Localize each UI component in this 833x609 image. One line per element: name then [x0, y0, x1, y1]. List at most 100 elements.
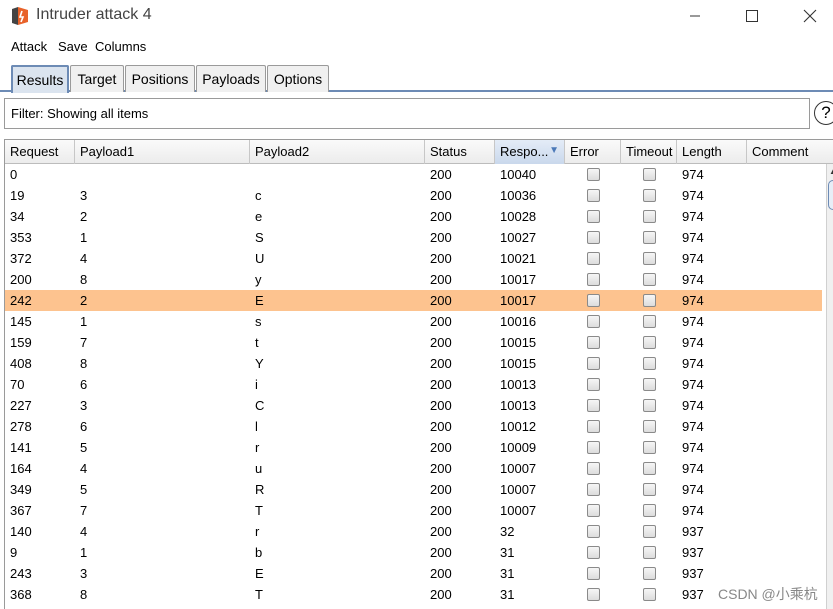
timeout-checkbox — [643, 336, 656, 349]
col-error[interactable]: Error — [565, 140, 621, 164]
cell-request: 200 — [10, 272, 32, 287]
cell-resp: 10007 — [500, 503, 537, 518]
minimize-icon — [690, 15, 700, 17]
cell-length: 974 — [682, 230, 704, 245]
title-bar: Intruder attack 4 — [0, 0, 833, 32]
tab-positions[interactable]: Positions — [125, 65, 195, 92]
table-row[interactable]: 353 1 S 200 10027 974 — [5, 227, 822, 248]
tab-results[interactable]: Results — [11, 65, 69, 93]
menu-columns[interactable]: Columns — [95, 39, 146, 54]
burp-logo-icon — [12, 7, 28, 25]
sort-descending-icon: ▼ — [549, 145, 559, 156]
table-row[interactable]: 227 3 C 200 10013 974 — [5, 395, 822, 416]
col-length[interactable]: Length — [677, 140, 747, 164]
table-row[interactable]: 372 4 U 200 10021 974 — [5, 248, 822, 269]
col-payload2[interactable]: Payload2 — [250, 140, 425, 164]
error-checkbox — [587, 462, 600, 475]
table-row[interactable]: 408 8 Y 200 10015 974 — [5, 353, 822, 374]
col-payload1[interactable]: Payload1 — [75, 140, 250, 164]
cell-resp: 10015 — [500, 335, 537, 350]
tab-target[interactable]: Target — [70, 65, 124, 92]
cell-status: 200 — [430, 377, 452, 392]
cell-status: 200 — [430, 314, 452, 329]
menu-save[interactable]: Save — [58, 39, 88, 54]
cell-p1: 4 — [80, 524, 88, 539]
table-row[interactable]: 145 1 s 200 10016 974 — [5, 311, 822, 332]
timeout-checkbox — [643, 315, 656, 328]
table-row[interactable]: 367 7 T 200 10007 974 — [5, 500, 822, 521]
filter-bar[interactable]: Filter: Showing all items — [4, 98, 810, 129]
menu-attack[interactable]: Attack — [11, 39, 47, 54]
cell-request: 367 — [10, 503, 32, 518]
col-comment[interactable]: Comment — [747, 140, 833, 164]
col-response-label: Respo... — [500, 144, 549, 159]
cell-p2: e — [255, 209, 263, 224]
cell-status: 200 — [430, 272, 452, 287]
cell-status: 200 — [430, 167, 452, 182]
error-checkbox — [587, 378, 600, 391]
cell-request: 19 — [10, 188, 25, 203]
error-checkbox — [587, 420, 600, 433]
col-status[interactable]: Status — [425, 140, 495, 164]
col-timeout[interactable]: Timeout — [621, 140, 677, 164]
cell-resp: 10036 — [500, 188, 537, 203]
cell-p2: u — [255, 461, 263, 476]
table-row[interactable]: 278 6 l 200 10012 974 — [5, 416, 822, 437]
cell-length: 974 — [682, 377, 704, 392]
cell-resp: 10012 — [500, 419, 537, 434]
table-row[interactable]: 368 8 T 200 31 937 — [5, 584, 822, 605]
cell-request: 140 — [10, 524, 32, 539]
table-row[interactable]: 242 2 E 200 10017 974 — [5, 290, 822, 311]
col-response-received[interactable]: Respo... ▼ — [495, 140, 565, 164]
cell-p2: C — [255, 398, 265, 413]
cell-resp: 10015 — [500, 356, 537, 371]
cell-p2: y — [255, 272, 262, 287]
cell-resp: 10017 — [500, 293, 537, 308]
col-request[interactable]: Request — [5, 140, 75, 164]
cell-request: 141 — [10, 440, 32, 455]
cell-length: 974 — [682, 167, 704, 182]
timeout-checkbox — [643, 420, 656, 433]
cell-status: 200 — [430, 566, 452, 581]
cell-resp: 10007 — [500, 461, 537, 476]
cell-request: 9 — [10, 545, 18, 560]
cell-p2: r — [255, 440, 260, 455]
table-row[interactable]: 140 4 r 200 32 937 — [5, 521, 822, 542]
table-row[interactable]: 159 7 t 200 10015 974 — [5, 332, 822, 353]
table-row[interactable]: 349 5 R 200 10007 974 — [5, 479, 822, 500]
help-icon[interactable]: ? — [814, 101, 833, 125]
cell-status: 200 — [430, 356, 452, 371]
table-row[interactable]: 70 6 i 200 10013 974 — [5, 374, 822, 395]
cell-p1: 8 — [80, 356, 88, 371]
cell-request: 70 — [10, 377, 25, 392]
timeout-checkbox — [643, 252, 656, 265]
vertical-scrollbar[interactable]: ▲ — [826, 164, 833, 609]
tab-payloads[interactable]: Payloads — [196, 65, 266, 92]
cell-request: 34 — [10, 209, 25, 224]
cell-request: 408 — [10, 356, 32, 371]
cell-p2: S — [255, 230, 264, 245]
timeout-checkbox — [643, 399, 656, 412]
cell-p2: U — [255, 251, 265, 266]
table-row[interactable]: 19 3 c 200 10036 974 — [5, 185, 822, 206]
table-row[interactable]: 0 200 10040 974 — [5, 164, 822, 185]
cell-request: 164 — [10, 461, 32, 476]
maximize-button[interactable] — [729, 0, 775, 32]
cell-status: 200 — [430, 335, 452, 350]
cell-p1: 8 — [80, 272, 88, 287]
error-checkbox — [587, 210, 600, 223]
table-row[interactable]: 243 3 E 200 31 937 — [5, 563, 822, 584]
close-button[interactable] — [787, 0, 833, 32]
tab-strip: Results Target Positions Payloads Option… — [0, 62, 833, 93]
table-row[interactable]: 34 2 e 200 10028 974 — [5, 206, 822, 227]
scroll-up-icon[interactable]: ▲ — [829, 167, 833, 176]
table-row[interactable]: 200 8 y 200 10017 974 — [5, 269, 822, 290]
cell-request: 159 — [10, 335, 32, 350]
table-row[interactable]: 9 1 b 200 31 937 — [5, 542, 822, 563]
table-row[interactable]: 164 4 u 200 10007 974 — [5, 458, 822, 479]
scroll-thumb[interactable] — [828, 180, 833, 210]
tab-options[interactable]: Options — [267, 65, 329, 92]
table-row[interactable]: 141 5 r 200 10009 974 — [5, 437, 822, 458]
minimize-button[interactable] — [672, 0, 718, 32]
cell-resp: 10013 — [500, 398, 537, 413]
